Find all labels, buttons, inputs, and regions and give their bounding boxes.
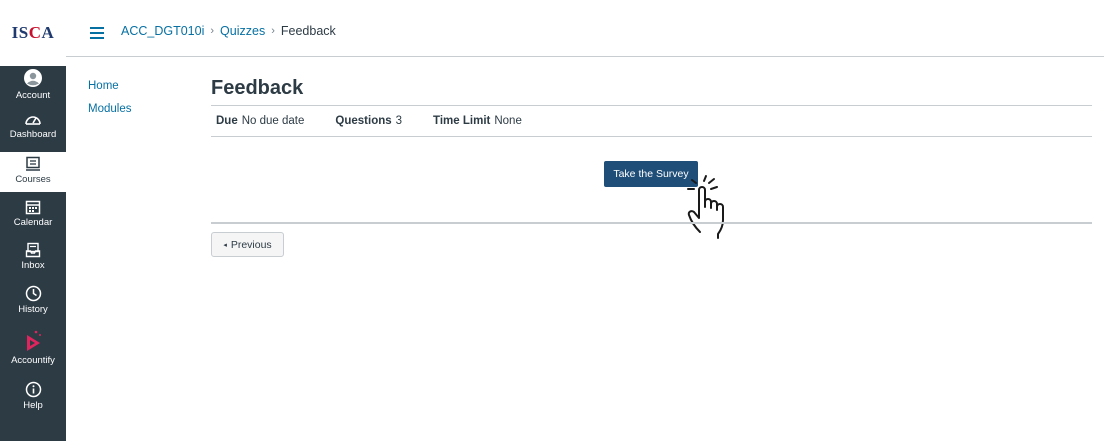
title-divider (211, 105, 1092, 106)
breadcrumb: ACC_DGT010i › Quizzes › Feedback (121, 24, 336, 38)
history-icon (25, 285, 41, 302)
global-nav: Account Dashboard Courses Calendar Inbox… (0, 66, 66, 441)
nav-account[interactable]: Account (0, 68, 66, 108)
quiz-due-label: Due (216, 115, 238, 127)
nav-account-label: Account (15, 90, 51, 101)
nav-dashboard[interactable]: Dashboard (0, 111, 66, 149)
quiz-time-limit-value: None (494, 115, 522, 127)
breadcrumb-separator-icon: › (210, 25, 215, 37)
nav-history[interactable]: History (0, 285, 66, 323)
nav-accountify[interactable]: Accountify (0, 329, 66, 373)
institution-logo[interactable]: ISCA (0, 0, 66, 66)
hamburger-menu-icon[interactable] (90, 27, 104, 39)
inbox-icon (25, 242, 41, 258)
previous-button-label: Previous (230, 238, 272, 251)
quiz-due-value: No due date (241, 115, 305, 127)
take-survey-button[interactable]: Take the Survey (604, 161, 698, 187)
nav-history-label: History (18, 304, 48, 315)
nav-help[interactable]: Help (0, 381, 66, 421)
nav-calendar[interactable]: Calendar (0, 199, 66, 237)
nav-calendar-label: Calendar (13, 217, 53, 228)
breadcrumb-current: Feedback (280, 24, 336, 38)
breadcrumb-quizzes-link[interactable]: Quizzes (220, 24, 265, 38)
pointing-hand-icon (687, 175, 724, 239)
breadcrumb-course-link[interactable]: ACC_DGT010i (121, 24, 204, 38)
nav-accountify-label: Accountify (11, 355, 55, 366)
meta-divider (211, 136, 1092, 137)
breadcrumb-separator-icon: › (271, 25, 275, 37)
nav-inbox-label: Inbox (21, 260, 45, 271)
previous-button[interactable]: ◂ Previous (211, 232, 284, 257)
dashboard-icon (25, 116, 41, 125)
quiz-due: Due No due date (216, 115, 304, 127)
footer-divider (211, 222, 1092, 224)
nav-dashboard-label: Dashboard (9, 129, 57, 140)
quiz-questions-label: Questions (335, 115, 392, 127)
quiz-meta: Due No due date Questions 3 Time Limit None (216, 115, 553, 127)
calendar-icon (25, 200, 41, 215)
logo-text: ISCA (11, 23, 55, 42)
quiz-time-limit: Time Limit None (433, 115, 522, 127)
quiz-questions-value: 3 (395, 115, 403, 127)
help-icon (25, 381, 41, 398)
course-nav: Home Modules (88, 80, 131, 126)
nav-help-label: Help (23, 400, 43, 411)
quiz-time-limit-label: Time Limit (433, 115, 491, 127)
caret-left-icon: ◂ (223, 241, 227, 249)
page-title: Feedback (211, 77, 304, 99)
course-nav-home[interactable]: Home (88, 80, 131, 92)
nav-courses[interactable]: Courses (0, 152, 66, 192)
accountify-icon (27, 330, 41, 351)
course-nav-modules[interactable]: Modules (88, 103, 131, 115)
quiz-questions: Questions 3 (335, 115, 402, 127)
account-icon (24, 69, 42, 87)
courses-icon (26, 156, 40, 171)
page-header: ACC_DGT010i › Quizzes › Feedback (66, 0, 1104, 57)
nav-inbox[interactable]: Inbox (0, 242, 66, 280)
nav-courses-label: Courses (15, 174, 51, 185)
